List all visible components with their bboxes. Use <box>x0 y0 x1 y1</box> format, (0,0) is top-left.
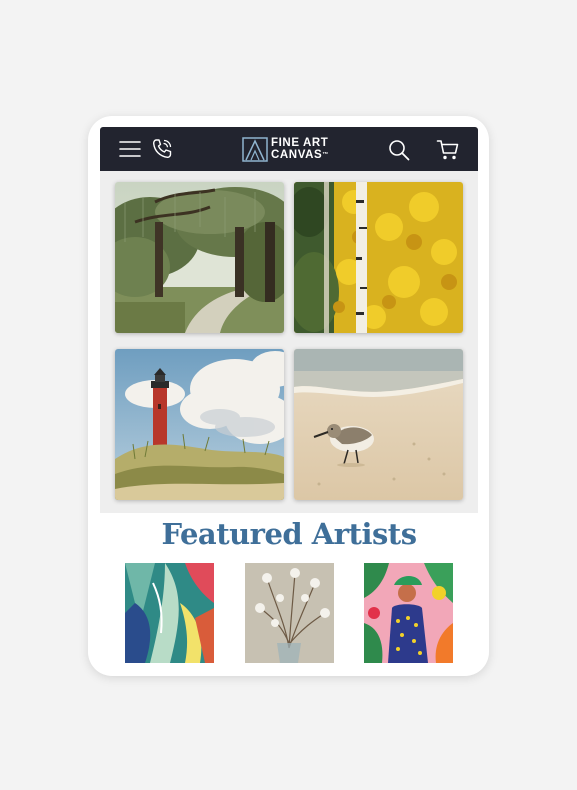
cart-icon[interactable] <box>436 138 460 162</box>
sandpiper-painting[interactable] <box>294 349 463 500</box>
top-nav-bar: FINE ART CANVAS™ <box>100 127 478 171</box>
logo-wordmark[interactable]: FINE ART CANVAS™ <box>271 137 329 161</box>
logo-line-1: FINE ART <box>271 137 329 149</box>
trademark-symbol: ™ <box>322 152 329 158</box>
birch-aspen-painting[interactable] <box>294 182 463 333</box>
logo-line-2: CANVAS™ <box>271 149 329 161</box>
abstract-leaves-artwork[interactable] <box>125 563 214 663</box>
menu-icon[interactable] <box>119 139 141 159</box>
oak-path-painting[interactable] <box>115 182 284 333</box>
phone-icon[interactable] <box>151 138 173 160</box>
logo-mark-icon[interactable] <box>242 137 268 162</box>
app-screen: FINE ART CANVAS™ Featured Artists <box>100 127 478 663</box>
cotton-vase-artwork[interactable] <box>245 563 334 663</box>
featured-artists-section: Featured Artists <box>100 513 478 663</box>
featured-artists-title: Featured Artists <box>161 517 417 551</box>
tropical-woman-artwork[interactable] <box>364 563 453 663</box>
search-icon[interactable] <box>388 139 410 161</box>
lighthouse-painting[interactable] <box>115 349 284 500</box>
